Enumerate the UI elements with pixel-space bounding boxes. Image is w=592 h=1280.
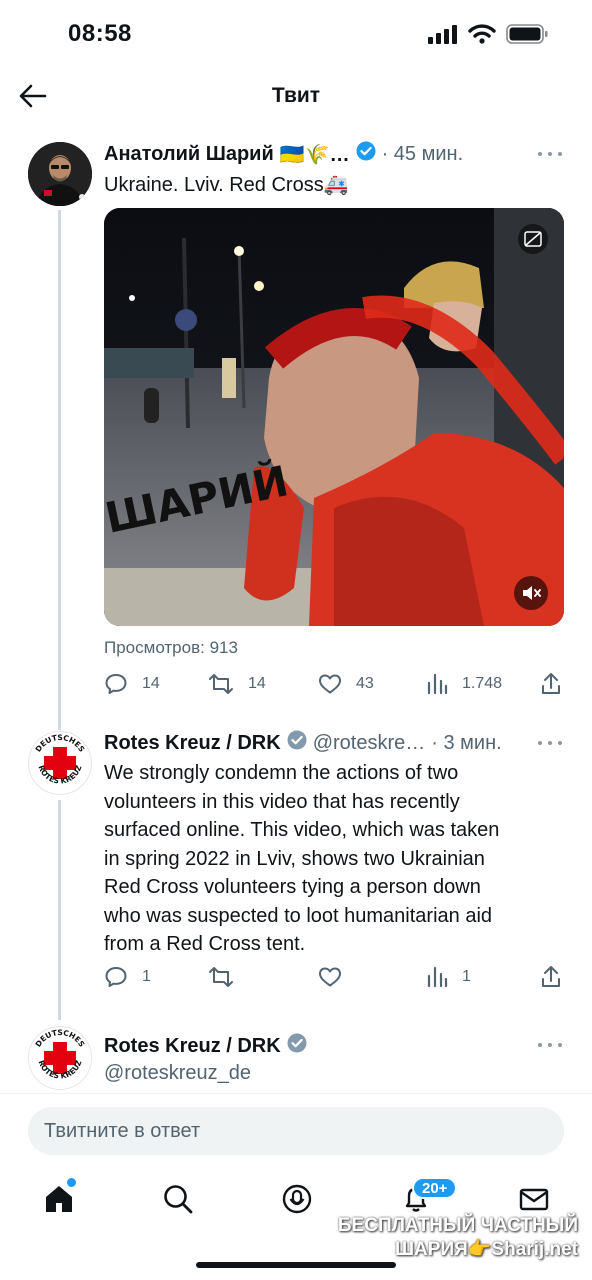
author-name[interactable]: Rotes Kreuz / DRK bbox=[104, 1035, 281, 1058]
tweet-text-line: surfaced online. This video, which was t… bbox=[104, 819, 500, 841]
views-button[interactable]: 1 bbox=[426, 965, 471, 989]
cellular-signal-icon bbox=[428, 25, 457, 44]
tab-messages[interactable] bbox=[517, 1182, 551, 1216]
tweet-text-line: who was suspected to loot humanitarian a… bbox=[104, 904, 493, 927]
mute-button-icon[interactable] bbox=[514, 576, 548, 610]
verified-badge-icon bbox=[356, 141, 376, 167]
reply-count: 1 bbox=[142, 968, 151, 985]
tweet-text-line: from a Red Cross tent. bbox=[104, 933, 306, 955]
reply-button[interactable]: 14 bbox=[104, 672, 160, 696]
more-options-icon[interactable] bbox=[538, 150, 562, 158]
site-watermark: БЕСПЛАТНЫЙ ЧАСТНЫЙ ШАРИЯ👉Sharij.net bbox=[338, 1214, 578, 1262]
tweet-text-line: We strongly condemn the actions of two bbox=[104, 762, 459, 784]
reply-count: 14 bbox=[142, 675, 160, 692]
reply-button[interactable]: 1 bbox=[104, 965, 151, 989]
mail-icon bbox=[519, 1188, 549, 1211]
author-handle[interactable]: @roteskre… bbox=[313, 732, 426, 755]
retweet-icon bbox=[209, 674, 233, 694]
like-count: 43 bbox=[356, 675, 374, 692]
author-name[interactable]: Rotes Kreuz / DRK bbox=[104, 732, 281, 755]
gif-settings-icon[interactable] bbox=[518, 224, 548, 254]
retweet-button[interactable] bbox=[208, 965, 248, 989]
tweet-header: Анатолий Шарий 🇺🇦🌾… · 45 мин. bbox=[104, 141, 463, 167]
status-bar: 08:58 bbox=[0, 0, 592, 70]
home-indicator bbox=[196, 1262, 396, 1268]
heart-icon bbox=[319, 674, 341, 694]
home-icon bbox=[46, 1186, 72, 1212]
top-nav-bar: Твит bbox=[0, 70, 592, 122]
share-button[interactable] bbox=[540, 965, 562, 989]
tweet-header: Rotes Kreuz / DRK @roteskre… · 3 мин. bbox=[104, 730, 502, 756]
video-frame: ШАРИЙ bbox=[104, 208, 564, 626]
more-options-icon[interactable] bbox=[538, 739, 562, 747]
author-avatar[interactable]: DEUTSCHES ROTES KREUZ bbox=[28, 731, 92, 795]
views-count: 1 bbox=[462, 968, 471, 985]
reply-icon bbox=[105, 967, 127, 987]
share-button[interactable] bbox=[540, 672, 562, 696]
like-button[interactable]: 43 bbox=[318, 672, 374, 696]
home-unread-dot bbox=[67, 1178, 76, 1187]
microphone-icon bbox=[282, 1184, 312, 1214]
tweet-text-line: volunteers in this video that has recent… bbox=[104, 790, 460, 813]
author-name[interactable]: Анатолий Шарий bbox=[104, 143, 274, 166]
reply-icon bbox=[105, 674, 127, 694]
thread-line bbox=[58, 210, 61, 730]
tab-spaces[interactable] bbox=[280, 1182, 314, 1216]
view-count-label: Просмотров: 913 bbox=[104, 638, 238, 657]
thread-line bbox=[58, 800, 61, 1020]
heart-icon bbox=[319, 967, 341, 987]
status-time: 08:58 bbox=[68, 20, 132, 47]
like-button[interactable] bbox=[318, 965, 356, 989]
retweet-button[interactable]: 14 bbox=[208, 672, 266, 696]
retweet-icon bbox=[209, 967, 233, 987]
tweet-text: Ukraine. Lviv. Red Cross🚑 bbox=[104, 174, 349, 196]
tab-home[interactable] bbox=[42, 1182, 76, 1216]
tweet-text-line: in spring 2022 in Lviv, shows two Ukrain… bbox=[104, 847, 485, 870]
views-button[interactable]: 1.748 bbox=[426, 672, 502, 696]
battery-icon bbox=[506, 24, 548, 44]
tweet-header: Rotes Kreuz / DRK bbox=[104, 1033, 313, 1059]
page-title: Твит bbox=[271, 84, 321, 107]
more-options-icon[interactable] bbox=[538, 1041, 562, 1049]
analytics-icon bbox=[427, 966, 448, 988]
watermark-line: БЕСПЛАТНЫЙ ЧАСТНЫЙ bbox=[337, 1215, 578, 1236]
author-avatar[interactable] bbox=[28, 142, 92, 206]
tweet-actions: 14 14 43 1.748 bbox=[104, 672, 564, 702]
video-player[interactable]: ШАРИЙ bbox=[104, 208, 564, 626]
verified-badge-icon bbox=[287, 1033, 307, 1059]
tweet-actions: 1 1 bbox=[104, 965, 564, 995]
share-icon bbox=[542, 966, 560, 987]
tweet-text: We strongly condemn the actions of two v… bbox=[104, 759, 499, 959]
tweet-time: · 3 мин. bbox=[431, 731, 502, 754]
reply-input[interactable]: Твитните в ответ bbox=[28, 1107, 564, 1155]
watermark-line: ШАРИЯ👉Sharij.net bbox=[394, 1239, 578, 1260]
retweet-count: 14 bbox=[248, 675, 266, 692]
wifi-icon bbox=[468, 24, 496, 44]
verified-badge-icon bbox=[287, 730, 307, 756]
analytics-icon bbox=[427, 673, 448, 695]
author-avatar[interactable]: DEUTSCHES ROTES KREUZ bbox=[28, 1026, 92, 1090]
search-icon bbox=[164, 1185, 193, 1214]
notifications-badge: 20+ bbox=[412, 1177, 458, 1199]
tweet-time: · 45 мин. bbox=[381, 142, 464, 165]
author-flair: 🇺🇦🌾… bbox=[279, 143, 350, 166]
tab-search[interactable] bbox=[161, 1182, 195, 1216]
author-handle[interactable]: @roteskreuz_de bbox=[104, 1059, 251, 1088]
share-icon bbox=[542, 673, 560, 694]
status-icons bbox=[428, 24, 548, 44]
tweet-text-line: Red Cross volunteers tying a person down bbox=[104, 876, 481, 898]
views-count: 1.748 bbox=[462, 675, 503, 692]
